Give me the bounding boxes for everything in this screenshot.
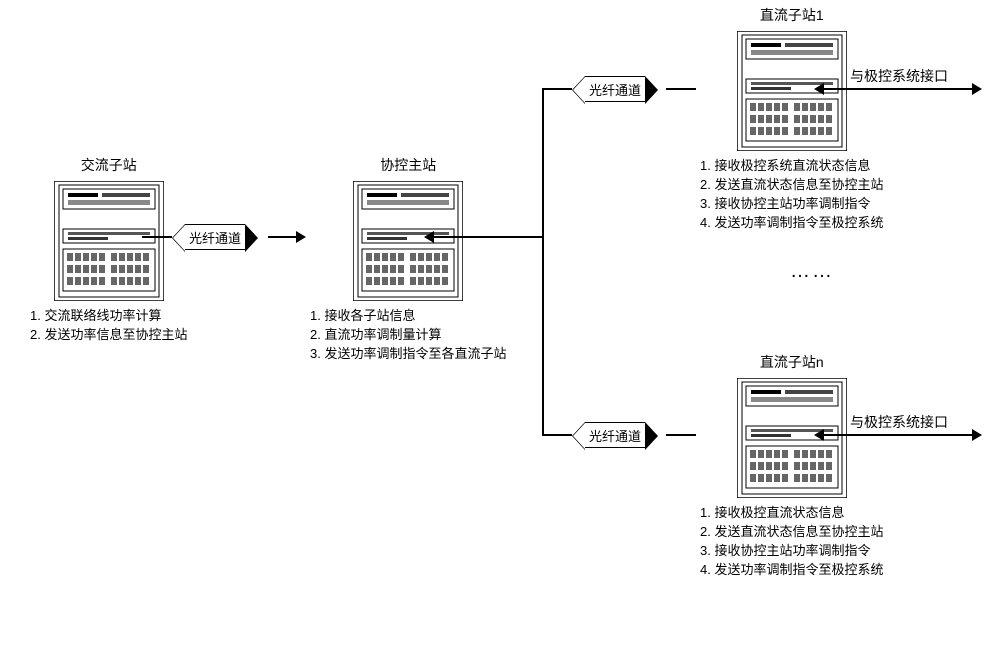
dc1-title: 直流子站1 [700,5,883,25]
master-title: 协控主站 [310,155,506,175]
ac-desc: 1. 交流联络线功率计算 2. 发送功率信息至协控主站 [30,307,187,345]
rack-icon [737,31,847,151]
connector-line [434,236,544,238]
arrowhead-icon [814,429,824,441]
iface-label-dc1: 与极控系统接口 [850,66,948,86]
connector-line [268,236,298,238]
arrowhead-icon [424,231,434,243]
dc1-substation-node: 直流子站1 1. 接收极控系统直流状态信息 2. 发送直流状态信息至协控主站 3… [700,5,883,232]
rack-icon [353,181,463,301]
dc1-desc: 1. 接收极控系统直流状态信息 2. 发送直流状态信息至协控主站 3. 接收协控… [700,157,883,232]
arrowhead-icon [972,429,982,441]
fiber-label-dc1: 光纤通道 [585,76,645,102]
connector-line [542,88,544,436]
connector-line [824,434,974,436]
dcn-title: 直流子站n [700,352,883,372]
fiber-label-ac: 光纤通道 [185,224,245,250]
dcn-substation-node: 直流子站n 1. 接收极控直流状态信息 2. 发送直流状态信息至协控主站 3. … [700,352,883,579]
connector-line [542,434,572,436]
connector-line [142,236,172,238]
ellipsis-icon: …… [790,260,834,283]
arrowhead-icon [814,83,824,95]
dcn-desc: 1. 接收极控直流状态信息 2. 发送直流状态信息至协控主站 3. 接收协控主站… [700,504,883,579]
arrowhead-icon [972,83,982,95]
iface-label-dcn: 与极控系统接口 [850,412,948,432]
ac-substation-node: 交流子站 1. 交流联络线功率计算 2. 发送功率信息至协控主站 [30,155,187,345]
ac-title: 交流子站 [30,155,187,175]
connector-line [824,88,974,90]
fiber-label-dcn: 光纤通道 [585,422,645,448]
master-desc: 1. 接收各子站信息 2. 直流功率调制量计算 3. 发送功率调制指令至各直流子… [310,307,506,364]
connector-line [542,88,572,90]
connector-line [666,88,696,90]
connector-line [666,434,696,436]
rack-icon [54,181,164,301]
rack-icon [737,378,847,498]
master-station-node: 协控主站 1. 接收各子站信息 2. 直流功率调制量计算 3. 发送功率调制指令… [310,155,506,364]
